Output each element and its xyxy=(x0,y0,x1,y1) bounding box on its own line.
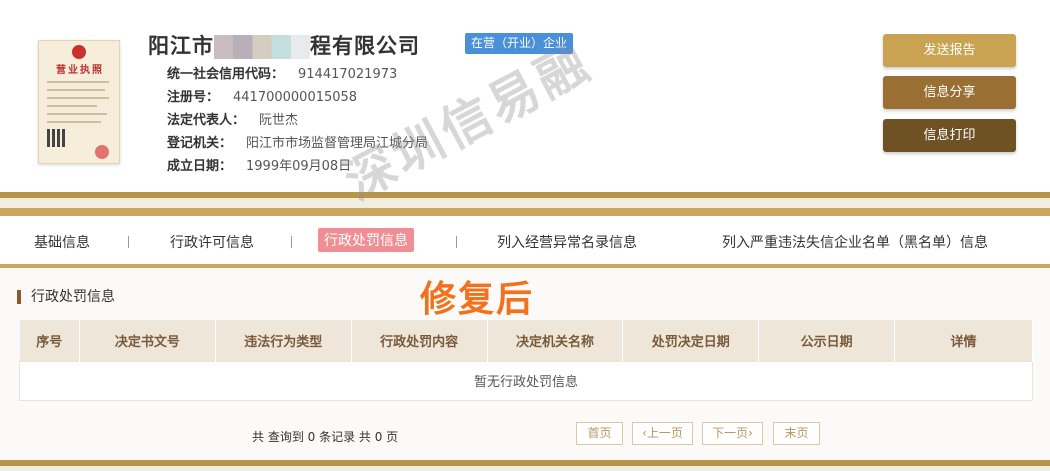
empty-message: 暂无行政处罚信息 xyxy=(19,360,1033,401)
info-legal-rep: 法定代表人： 阮世杰 xyxy=(167,109,298,128)
license-line xyxy=(47,81,109,83)
company-name: 阳江市 程有限公司 xyxy=(148,30,420,60)
info-value: 914417021973 xyxy=(298,67,398,82)
penalty-table: 序号 决定书文号 违法行为类型 行政处罚内容 决定机关名称 处罚决定日期 公示日… xyxy=(19,320,1033,401)
next-page-button[interactable]: 下一页› xyxy=(702,422,763,445)
table-header-row: 序号 决定书文号 违法行为类型 行政处罚内容 决定机关名称 处罚决定日期 公示日… xyxy=(19,320,1033,361)
info-value: 1999年09月08日 xyxy=(246,159,352,174)
column-header: 决定机关名称 xyxy=(487,320,624,361)
send-report-button[interactable]: 发送报告 xyxy=(883,34,1016,67)
share-info-button[interactable]: 信息分享 xyxy=(883,76,1016,109)
business-license-image[interactable]: 营业执照 xyxy=(38,40,120,164)
penalty-section: 行政处罚信息 修复后 序号 决定书文号 违法行为类型 行政处罚内容 决定机关名称… xyxy=(0,268,1050,460)
license-line xyxy=(47,121,101,123)
tab-admin-license[interactable]: 行政许可信息 xyxy=(170,232,254,252)
company-header: 营业执照 阳江市 程有限公司 在营（开业）企业 统一社会信用代码： 91441702… xyxy=(0,0,1050,192)
seal-icon xyxy=(95,145,109,159)
column-header: 处罚决定日期 xyxy=(622,320,760,361)
divider xyxy=(0,208,1050,216)
column-header: 决定书文号 xyxy=(79,320,216,361)
record-count: 共 查询到 0 条记录 共 0 页 xyxy=(252,430,399,444)
overlay-label: 修复后 xyxy=(420,279,535,320)
divider xyxy=(0,198,1050,208)
tab-bar: 基础信息 行政许可信息 行政处罚信息 列入经营异常名录信息 列入严重违法失信企业… xyxy=(0,216,1050,266)
company-name-suffix: 程有限公司 xyxy=(310,34,420,58)
tab-separator xyxy=(291,236,292,248)
info-label: 统一社会信用代码： xyxy=(167,67,285,82)
column-header: 序号 xyxy=(19,320,80,361)
company-name-prefix: 阳江市 xyxy=(148,34,214,58)
license-line xyxy=(47,105,97,107)
license-line xyxy=(47,89,105,91)
tab-admin-penalty[interactable]: 行政处罚信息 xyxy=(318,228,414,252)
column-header: 公示日期 xyxy=(758,320,896,361)
qr-code-icon xyxy=(47,129,65,147)
column-header: 违法行为类型 xyxy=(215,320,352,361)
table-row: 暂无行政处罚信息 xyxy=(19,360,1033,401)
info-label: 法定代表人： xyxy=(167,113,246,128)
tab-separator xyxy=(128,236,129,248)
tab-abnormal-list[interactable]: 列入经营异常名录信息 xyxy=(497,232,637,252)
prev-page-button[interactable]: ‹上一页 xyxy=(632,422,693,445)
column-header: 行政处罚内容 xyxy=(351,320,488,361)
info-authority: 登记机关： 阳江市市场监督管理局江城分局 xyxy=(167,132,428,151)
masked-region xyxy=(214,35,310,59)
info-reg-number: 注册号： 441700000015058 xyxy=(167,86,357,105)
info-value: 阮世杰 xyxy=(259,113,299,128)
info-value: 441700000015058 xyxy=(233,90,358,105)
tab-separator xyxy=(456,236,457,248)
info-value: 阳江市市场监督管理局江城分局 xyxy=(246,136,429,151)
info-credit-code: 统一社会信用代码： 914417021973 xyxy=(167,63,397,82)
last-page-button[interactable]: 末页 xyxy=(773,422,820,445)
license-line xyxy=(47,97,109,99)
tab-blacklist[interactable]: 列入严重违法失信企业名单（黑名单）信息 xyxy=(722,232,988,252)
tab-basic-info[interactable]: 基础信息 xyxy=(34,232,90,252)
print-info-button[interactable]: 信息打印 xyxy=(883,119,1016,152)
info-label: 登记机关： xyxy=(167,136,233,151)
first-page-button[interactable]: 首页 xyxy=(576,422,623,445)
column-header: 详情 xyxy=(894,320,1033,361)
status-badge: 在营（开业）企业 xyxy=(465,33,574,54)
section-title: 行政处罚信息 xyxy=(17,290,115,304)
info-label: 成立日期： xyxy=(167,159,233,174)
info-founded: 成立日期： 1999年09月08日 xyxy=(167,155,351,174)
national-emblem-icon xyxy=(72,45,86,59)
license-line xyxy=(47,113,107,115)
divider xyxy=(0,466,1050,471)
info-label: 注册号： xyxy=(167,90,220,105)
license-title: 营业执照 xyxy=(56,65,104,76)
